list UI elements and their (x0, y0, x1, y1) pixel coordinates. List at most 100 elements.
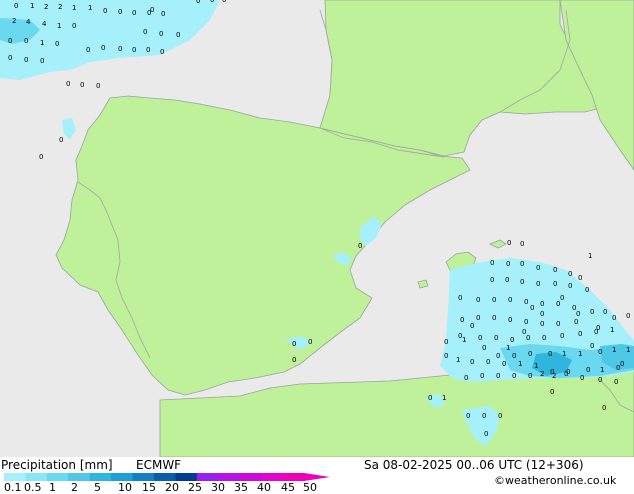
scale-swatch (89, 473, 112, 481)
grid-cell-value: 0 (612, 314, 616, 322)
grid-cell-value: 0 (578, 274, 582, 282)
grid-cell-value: 0 (536, 280, 540, 288)
scale-label: 5 (94, 481, 101, 494)
scale-arrow (304, 473, 330, 481)
grid-cell-value: 1 (518, 360, 522, 368)
grid-cell-value: 1 (534, 362, 538, 370)
grid-cell-value: 0 (428, 394, 432, 402)
grid-cell-value: 0 (598, 348, 602, 356)
grid-cell-value: 0 (492, 296, 496, 304)
grid-cell-value: 2 (58, 3, 62, 11)
scale-label: 35 (234, 481, 248, 494)
grid-cell-value: 0 (598, 376, 602, 384)
grid-cell-value: 0 (568, 270, 572, 278)
grid-cell-value: 0 (512, 352, 516, 360)
grid-cell-value: 0 (590, 308, 594, 316)
grid-cell-value: 0 (502, 360, 506, 368)
grid-cell-value: 0 (520, 260, 524, 268)
grid-cell-value: 0 (476, 314, 480, 322)
scale-swatch (25, 473, 48, 481)
grid-cell-value: 0 (159, 30, 163, 38)
grid-cell-value: 0 (444, 352, 448, 360)
grid-cell-value: 1 (30, 2, 34, 10)
scale-label: 30 (211, 481, 225, 494)
scale-swatch (196, 473, 219, 481)
grid-cell-value: 0 (96, 82, 100, 90)
grid-cell-value: 1 (610, 326, 614, 334)
grid-cell-value: 0 (482, 344, 486, 352)
scale-swatch (132, 473, 155, 481)
grid-cell-value: 0 (585, 286, 589, 294)
grid-cell-value: 0 (490, 259, 494, 267)
grid-cell-value: 0 (540, 300, 544, 308)
grid-cell-value: 0 (460, 316, 464, 324)
grid-cell-value: 0 (620, 360, 624, 368)
scale-label: 50 (303, 481, 317, 494)
grid-cell-value: 0 (564, 370, 568, 378)
grid-cell-value: 0 (480, 372, 484, 380)
grid-cell-value: 0 (524, 298, 528, 306)
grid-cell-value: 0 (548, 350, 552, 358)
grid-cell-value: 0 (24, 56, 28, 64)
grid-cell-value: 0 (143, 28, 147, 36)
grid-cell-value: 0 (292, 340, 296, 348)
grid-cell-value: 0 (118, 8, 122, 16)
grid-cell-value: 1 (588, 252, 592, 260)
scale-label: 2 (71, 481, 78, 494)
grid-cell-value: 0 (553, 266, 557, 274)
scale-label: 45 (281, 481, 295, 494)
grid-cell-value: 0 (466, 412, 470, 420)
grid-cell-value: 0 (66, 80, 70, 88)
grid-cell-value: 0 (210, 0, 214, 4)
grid-cell-value: 0 (86, 46, 90, 54)
scale-swatch (261, 473, 283, 481)
grid-cell-value: 0 (510, 336, 514, 344)
grid-cell-value: 0 (196, 0, 200, 5)
grid-cell-value: 0 (8, 54, 12, 62)
grid-cell-value: 0 (101, 44, 105, 52)
grid-cell-value: 0 (176, 31, 180, 39)
scale-swatch (154, 473, 176, 481)
legend-title: Precipitation [mm] (1, 458, 113, 472)
grid-cell-value: 0 (520, 278, 524, 286)
grid-cell-value: 0 (536, 264, 540, 272)
grid-cell-value: 0 (482, 412, 486, 420)
scale-swatch (4, 473, 26, 481)
grid-cell-value: 0 (476, 296, 480, 304)
grid-cell-value: 4 (26, 18, 31, 26)
grid-cell-value: 0 (508, 296, 512, 304)
grid-cell-value: 1 (578, 350, 582, 358)
grid-cell-value: 0 (626, 312, 630, 320)
grid-cell-value: 0 (524, 318, 528, 326)
grid-cell-value: 1 (506, 344, 510, 352)
grid-cell-value: 0 (470, 322, 474, 330)
scale-swatch (218, 473, 241, 481)
grid-cell-value: 0 (540, 310, 544, 318)
grid-cell-value: 0 (308, 338, 312, 346)
grid-cell-value: 1 (456, 356, 460, 364)
grid-cell-value: 0 (59, 136, 63, 144)
grid-cell-value: 1 (88, 4, 92, 12)
grid-cell-value: 0 (444, 338, 448, 346)
grid-cell-value: 4 (42, 20, 47, 28)
grid-cell-value: 0 (530, 304, 534, 312)
grid-cell-value: 0 (486, 358, 490, 366)
grid-cell-value: 2 (552, 372, 556, 380)
grid-cell-value: 0 (55, 40, 59, 48)
grid-cell-value: 0 (576, 310, 580, 318)
grid-cell-value: 0 (553, 280, 557, 288)
grid-cell-value: 0 (526, 334, 530, 342)
grid-cell-value: 0 (614, 378, 618, 386)
grid-cell-value: 0 (520, 240, 524, 248)
grid-cell-value: 0 (160, 48, 164, 56)
grid-cell-value: 0 (8, 37, 12, 45)
scale-swatch (175, 473, 198, 481)
scale-swatch (46, 473, 69, 481)
grid-cell-value: 0 (550, 388, 554, 396)
grid-cell-value: 0 (560, 294, 564, 302)
grid-cell-value: 0 (80, 81, 84, 89)
grid-cell-value: 0 (470, 358, 474, 366)
grid-cell-value: 2 (44, 3, 48, 11)
grid-cell-value: 0 (603, 308, 607, 316)
grid-cell-value: 0 (507, 239, 511, 247)
